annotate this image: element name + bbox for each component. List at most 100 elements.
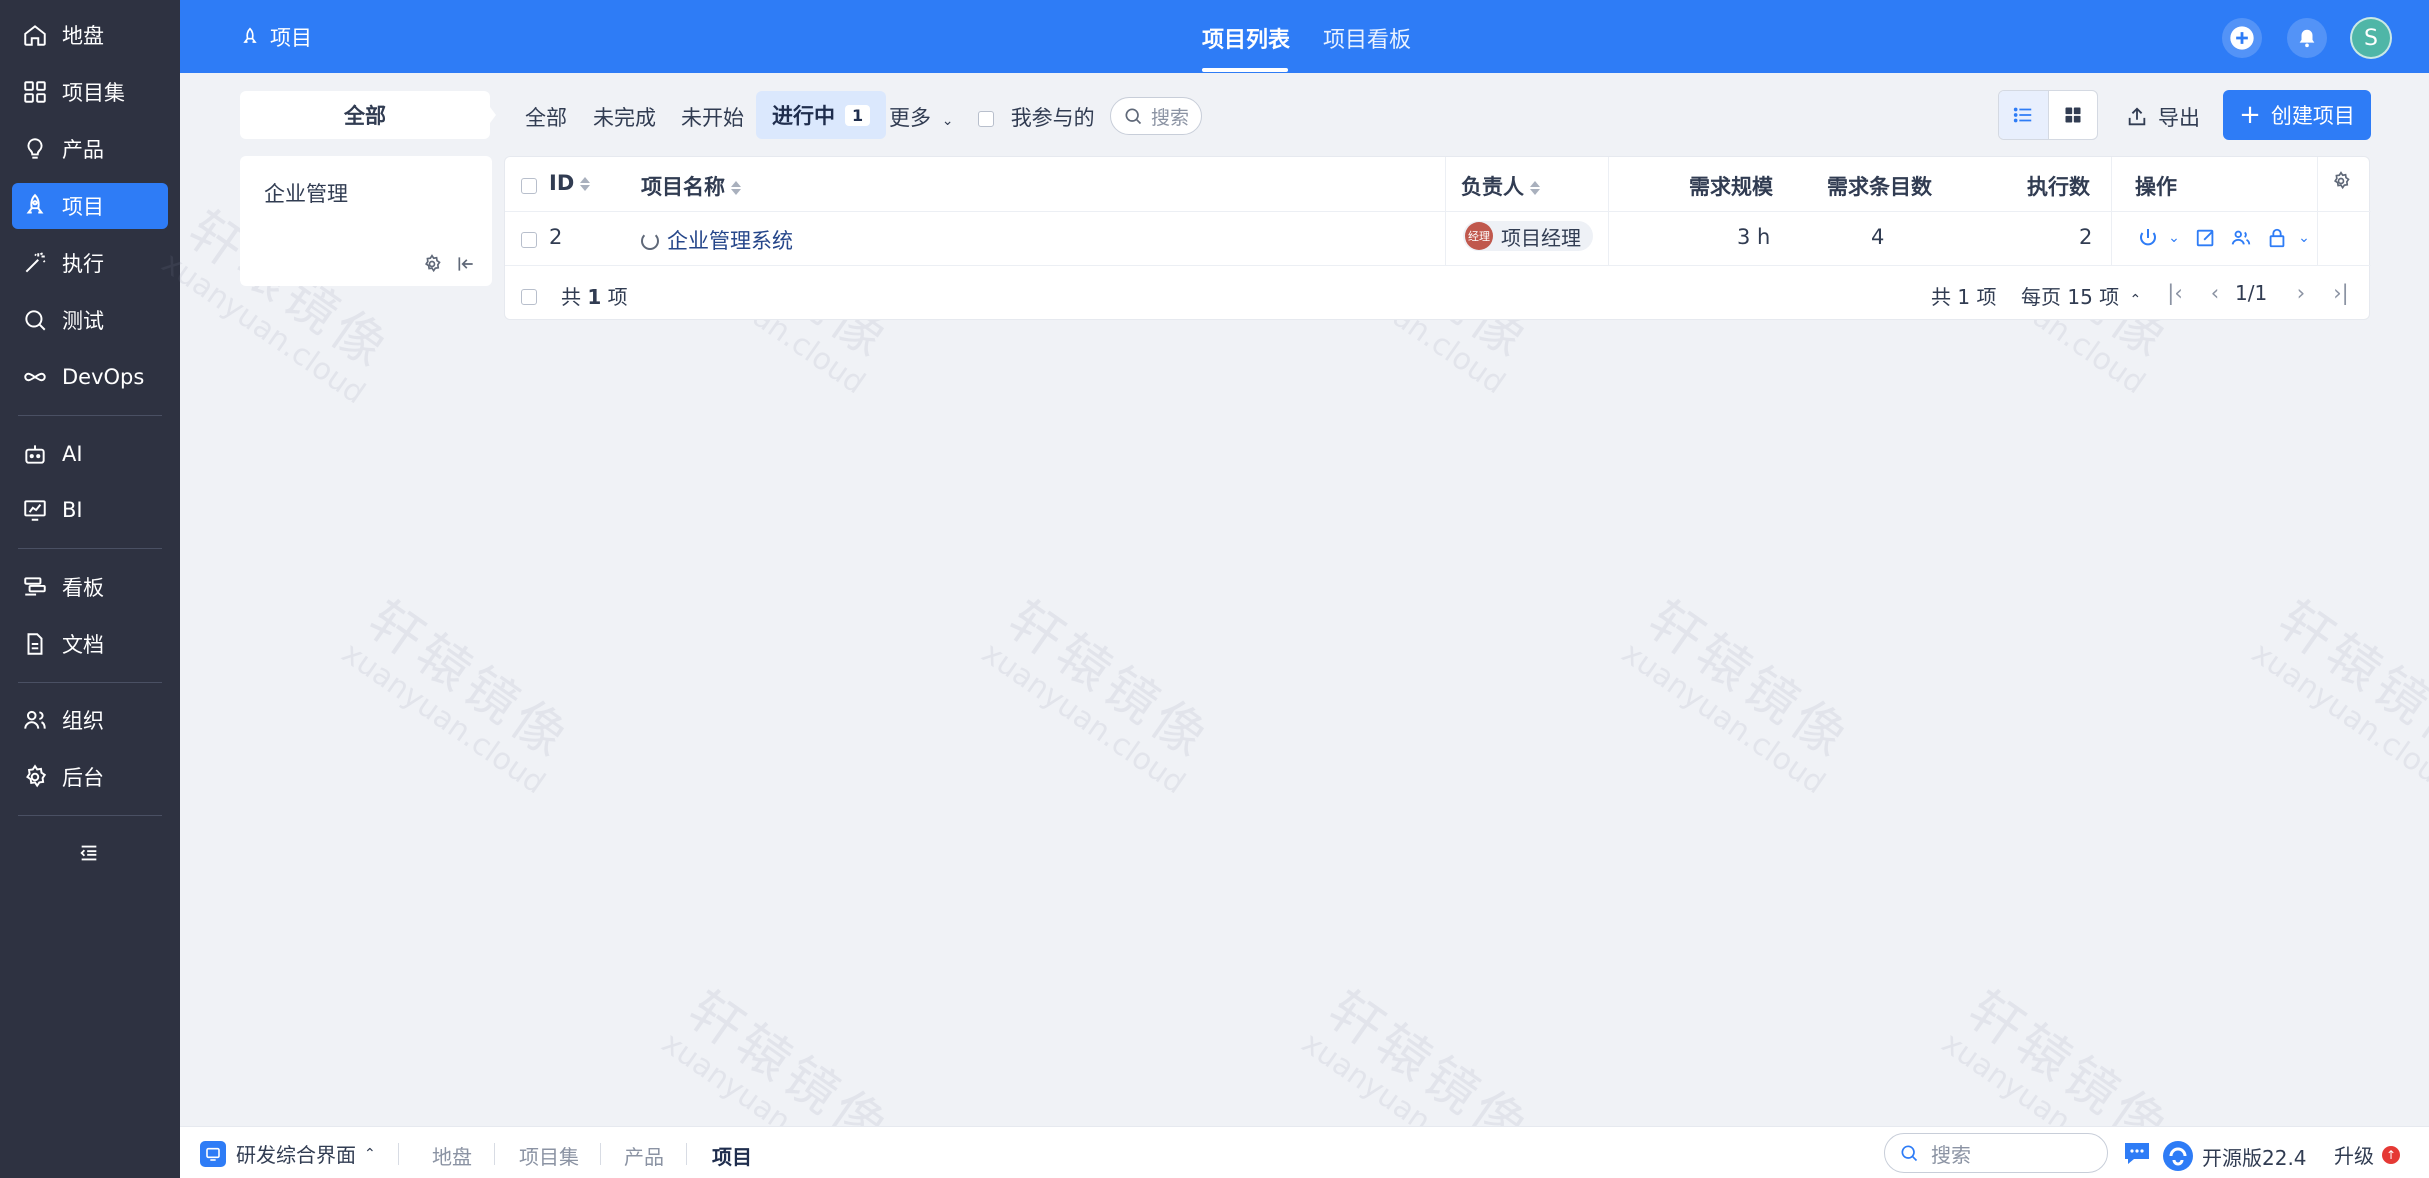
export-button[interactable]: 导出 <box>2126 102 2200 132</box>
filter-more-dropdown[interactable]: 更多 ⌄ <box>889 102 953 132</box>
prev-page-button[interactable]: ‹ <box>2205 281 2225 305</box>
sidebar-item-product[interactable]: 产品 <box>12 126 168 172</box>
bottom-crumb-project[interactable]: 项目 <box>712 1141 752 1170</box>
infinity-icon <box>24 372 46 382</box>
list-view-button[interactable] <box>1999 91 2048 139</box>
pager-total: 共 1 项 <box>1931 285 1997 309</box>
crumb-separator <box>686 1143 687 1165</box>
more-actions-dropdown[interactable]: ⌄ <box>2291 225 2317 251</box>
upgrade-button[interactable]: 升级 ↑ <box>2334 1140 2400 1169</box>
chevron-up-icon: ⌃ <box>2129 292 2142 308</box>
grid-icon <box>24 81 46 103</box>
pager-current-page: 1/1 <box>2235 281 2268 305</box>
sidebar-item-org[interactable]: 组织 <box>12 697 168 743</box>
last-page-button[interactable]: ›| <box>2331 281 2351 305</box>
app-icon <box>200 1140 226 1167</box>
select-all-checkbox[interactable] <box>521 173 537 197</box>
search-input[interactable]: 搜索 <box>1110 97 1202 135</box>
sidebar-item-project[interactable]: 项目 <box>12 183 168 229</box>
crumb-separator <box>398 1143 399 1165</box>
whitelist-action-button[interactable] <box>2264 225 2290 251</box>
rocket-icon <box>26 193 44 214</box>
sidebar-item-admin[interactable]: 后台 <box>12 754 168 800</box>
tab-project-kanban[interactable]: 项目看板 <box>1323 22 1411 54</box>
rocket-icon <box>243 27 257 43</box>
bottom-crumb-program[interactable]: 项目集 <box>519 1141 579 1170</box>
watermark: 轩辕镜像xuanyuan.cloud <box>975 590 1224 801</box>
edit-icon <box>2196 229 2214 247</box>
start-action-dropdown[interactable]: ⌄ <box>2161 225 2187 251</box>
message-button[interactable] <box>2122 1140 2152 1166</box>
footer-checkbox[interactable] <box>521 283 537 307</box>
sidebar-item-label: 后台 <box>62 766 104 790</box>
cell-exec-count: 2 <box>2079 225 2093 249</box>
user-avatar[interactable]: S <box>2350 17 2392 59</box>
row-checkbox[interactable] <box>521 227 537 251</box>
sidebar-item-label: 看板 <box>62 576 104 600</box>
sidebar-item-execution[interactable]: 执行 <box>12 240 168 286</box>
app-switcher[interactable]: 研发综合界面 ⌃ <box>200 1139 376 1168</box>
column-settings-button[interactable] <box>2331 171 2351 196</box>
column-header-id[interactable]: ID <box>549 171 591 195</box>
chevron-right-icon: › <box>2296 281 2306 305</box>
mine-checkbox[interactable]: 我参与的 <box>978 102 1095 132</box>
column-header-owner[interactable]: 负责人 <box>1461 171 1540 201</box>
global-search-input[interactable]: 搜索 <box>1884 1133 2108 1173</box>
breadcrumb[interactable]: 项目 <box>240 22 312 52</box>
cell-project-name[interactable]: 企业管理系统 <box>641 225 793 255</box>
sidebar-item-kanban[interactable]: 看板 <box>12 564 168 610</box>
scope-selector[interactable]: 全部 <box>240 91 490 139</box>
wand-icon <box>25 252 46 273</box>
sidebar-item-devops[interactable]: DevOps <box>12 354 168 400</box>
create-project-button[interactable]: + 创建项目 <box>2223 90 2371 140</box>
sidebar-item-doc[interactable]: 文档 <box>12 621 168 667</box>
chevron-down-icon: ⌄ <box>2298 230 2310 246</box>
watermark-text: 轩辕镜像 <box>2267 589 2429 773</box>
bottom-crumb-dashboard[interactable]: 地盘 <box>432 1141 472 1170</box>
column-header-name[interactable]: 项目名称 <box>641 171 741 201</box>
filter-all[interactable]: 全部 <box>525 102 567 132</box>
sidebar-collapse-button[interactable] <box>74 838 104 868</box>
next-page-button[interactable]: › <box>2291 281 2311 305</box>
project-link[interactable]: 企业管理系统 <box>667 229 793 253</box>
filter-count-badge: 1 <box>845 104 871 126</box>
collapse-panel-button[interactable] <box>454 252 478 276</box>
pager-per-page[interactable]: 每页 15 项 ⌃ <box>2021 281 2141 310</box>
filter-wait[interactable]: 未开始 <box>681 102 744 132</box>
group-item[interactable]: 企业管理 <box>264 178 348 208</box>
bottom-crumb-product[interactable]: 产品 <box>624 1141 664 1170</box>
filter-doing-label: 进行中 <box>772 104 835 128</box>
version-info[interactable]: 开源版22.4 <box>2162 1140 2307 1172</box>
search-placeholder: 搜索 <box>1151 106 1190 129</box>
group-settings-button[interactable] <box>420 252 444 276</box>
sidebar-item-dashboard[interactable]: 地盘 <box>12 12 168 58</box>
sidebar-item-program[interactable]: 项目集 <box>12 69 168 115</box>
sidebar-item-label: 项目集 <box>62 81 125 105</box>
tab-project-list[interactable]: 项目列表 <box>1202 22 1290 54</box>
plus-icon: + <box>2239 100 2261 130</box>
start-action-button[interactable] <box>2135 225 2161 251</box>
sidebar-item-ai[interactable]: AI <box>12 431 168 477</box>
team-action-button[interactable] <box>2228 225 2254 251</box>
chat-icon <box>2125 1143 2149 1164</box>
edit-action-button[interactable] <box>2193 225 2219 251</box>
filter-doing[interactable]: 进行中 1 <box>756 91 887 139</box>
card-view-button[interactable] <box>2047 91 2097 139</box>
selection-summary: 共 1 项 <box>561 281 628 310</box>
column-divider <box>2111 157 2112 265</box>
kanban-icon <box>24 577 46 596</box>
sidebar-item-test[interactable]: 测试 <box>12 297 168 343</box>
column-header-actions: 操作 <box>2135 175 2177 199</box>
upgrade-alert-icon: ↑ <box>2382 1145 2400 1164</box>
doing-status-icon <box>641 232 659 250</box>
notification-button[interactable] <box>2287 18 2327 58</box>
bell-icon <box>2299 29 2315 48</box>
sidebar-item-bi[interactable]: BI <box>12 487 168 533</box>
first-page-button[interactable]: |‹ <box>2165 281 2185 305</box>
crumb-separator <box>494 1143 495 1165</box>
quick-create-button[interactable] <box>2222 18 2262 58</box>
filter-undone[interactable]: 未完成 <box>593 102 656 132</box>
create-project-label: 创建项目 <box>2270 104 2355 128</box>
sidebar-item-label: BI <box>62 498 83 522</box>
watermark: 轩辕镜像xuanyuan.cloud <box>2245 589 2429 801</box>
